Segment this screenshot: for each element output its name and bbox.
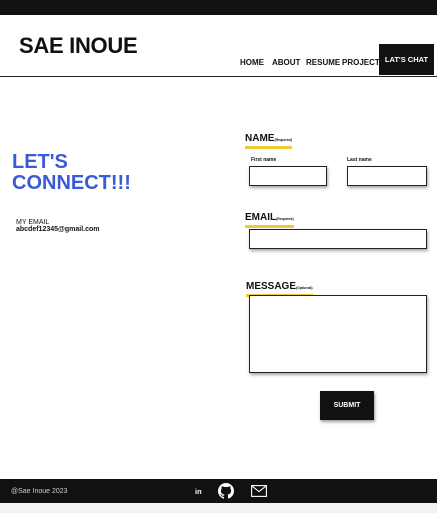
header-divider: [0, 76, 437, 77]
submit-button[interactable]: SUBMIT: [320, 391, 374, 420]
email-input[interactable]: [249, 229, 427, 249]
email-heading-text: EMAIL: [245, 212, 277, 223]
name-heading-text: NAME: [245, 133, 275, 144]
copyright-text: @Sae Inoue 2023: [11, 488, 68, 495]
last-name-input[interactable]: [347, 166, 427, 186]
name-section-heading: NAME(Required): [245, 133, 292, 149]
message-optional-note: (Optional): [296, 286, 313, 290]
connect-headline: LET'S CONNECT!!!: [12, 152, 172, 194]
name-required-note: (Required): [274, 138, 292, 142]
first-name-input[interactable]: [249, 166, 327, 186]
lets-chat-button[interactable]: LAT'S CHAT: [379, 44, 434, 75]
github-icon[interactable]: [218, 483, 234, 499]
nav-about[interactable]: ABOUT: [272, 58, 300, 67]
first-name-label: First name: [251, 157, 277, 163]
nav-resume[interactable]: RESUME: [306, 58, 340, 67]
email-label: MY EMAIL: [16, 219, 50, 226]
nav-home[interactable]: HOME: [240, 58, 264, 67]
top-bar: [0, 0, 437, 15]
connect-headline-line1: LET'S: [12, 151, 68, 173]
nav-project[interactable]: PROJECT: [342, 58, 380, 67]
message-textarea[interactable]: [249, 295, 427, 373]
email-required-note: (Required): [276, 217, 294, 221]
site-logo-text[interactable]: SAE INOUE: [19, 33, 138, 59]
email-address: abcdef12345@gmail.com: [16, 226, 100, 233]
message-heading-text: MESSAGE: [246, 281, 297, 292]
email-section-heading: EMAIL(Required): [245, 212, 294, 228]
mail-icon[interactable]: [251, 485, 267, 497]
bottom-strip: [0, 503, 437, 513]
linkedin-icon[interactable]: in: [195, 487, 202, 496]
connect-headline-line2: CONNECT!!!: [12, 172, 131, 194]
last-name-label: Last name: [347, 157, 372, 163]
